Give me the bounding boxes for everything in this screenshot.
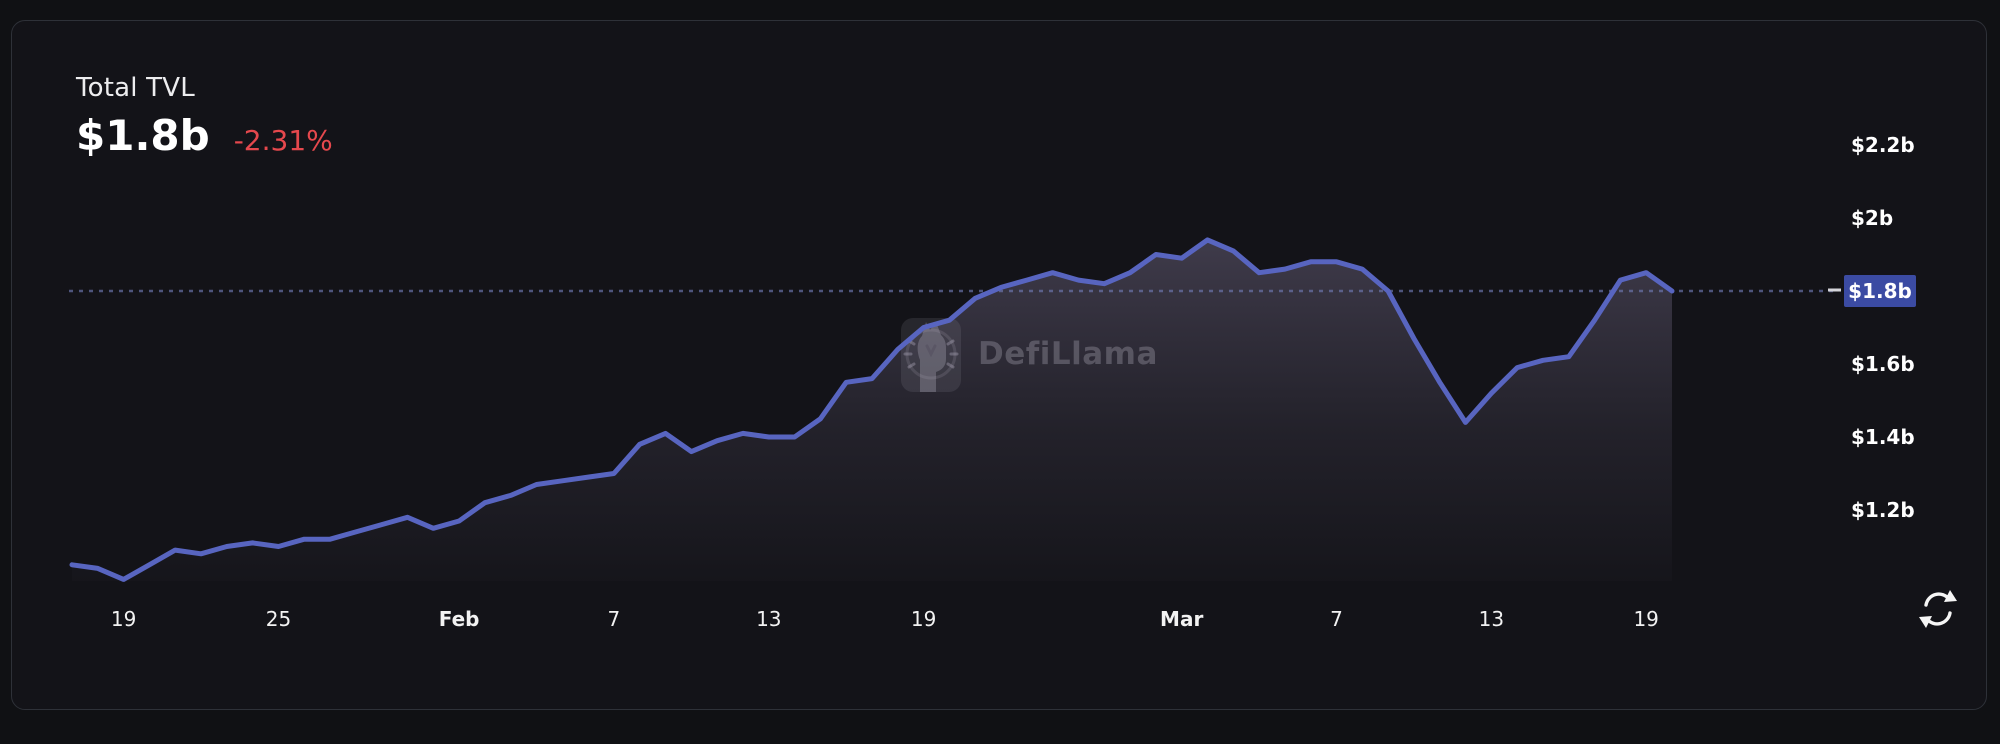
x-axis-label: 25	[265, 607, 292, 631]
x-axis-label: Mar	[1160, 607, 1204, 631]
y-axis-label: $2.2b	[1851, 133, 1915, 157]
x-axis-label: Feb	[438, 607, 480, 631]
x-axis-label: 13	[756, 607, 782, 631]
x-axis-label: 19	[910, 607, 937, 631]
y-axis-label: $2b	[1851, 206, 1894, 230]
y-axis-label: $1.2b	[1851, 498, 1915, 522]
x-axis-label: 13	[1478, 607, 1505, 631]
title-block: Total TVL $1.8b -2.31%	[76, 73, 333, 160]
tvl-change-percent: -2.31%	[233, 124, 333, 157]
y-axis-label: $1.6b	[1851, 352, 1915, 376]
x-axis-label: 7	[607, 607, 621, 631]
tvl-chart-card: Total TVL $1.8b -2.31% DefiLlama $2.2b $…	[11, 20, 1987, 710]
x-axis-label: 19	[110, 607, 137, 631]
tvl-value: $1.8b	[76, 111, 210, 160]
current-value-axis-badge: $1.8b	[1844, 275, 1916, 307]
y-axis-label: $1.4b	[1851, 425, 1915, 449]
refresh-button[interactable]	[1914, 585, 1962, 633]
refresh-icon	[1919, 590, 1957, 628]
x-axis-label: 7	[1330, 607, 1343, 631]
x-axis-label: 19	[1633, 607, 1659, 631]
headline: $1.8b -2.31%	[76, 111, 333, 160]
page-title: Total TVL	[76, 73, 195, 103]
